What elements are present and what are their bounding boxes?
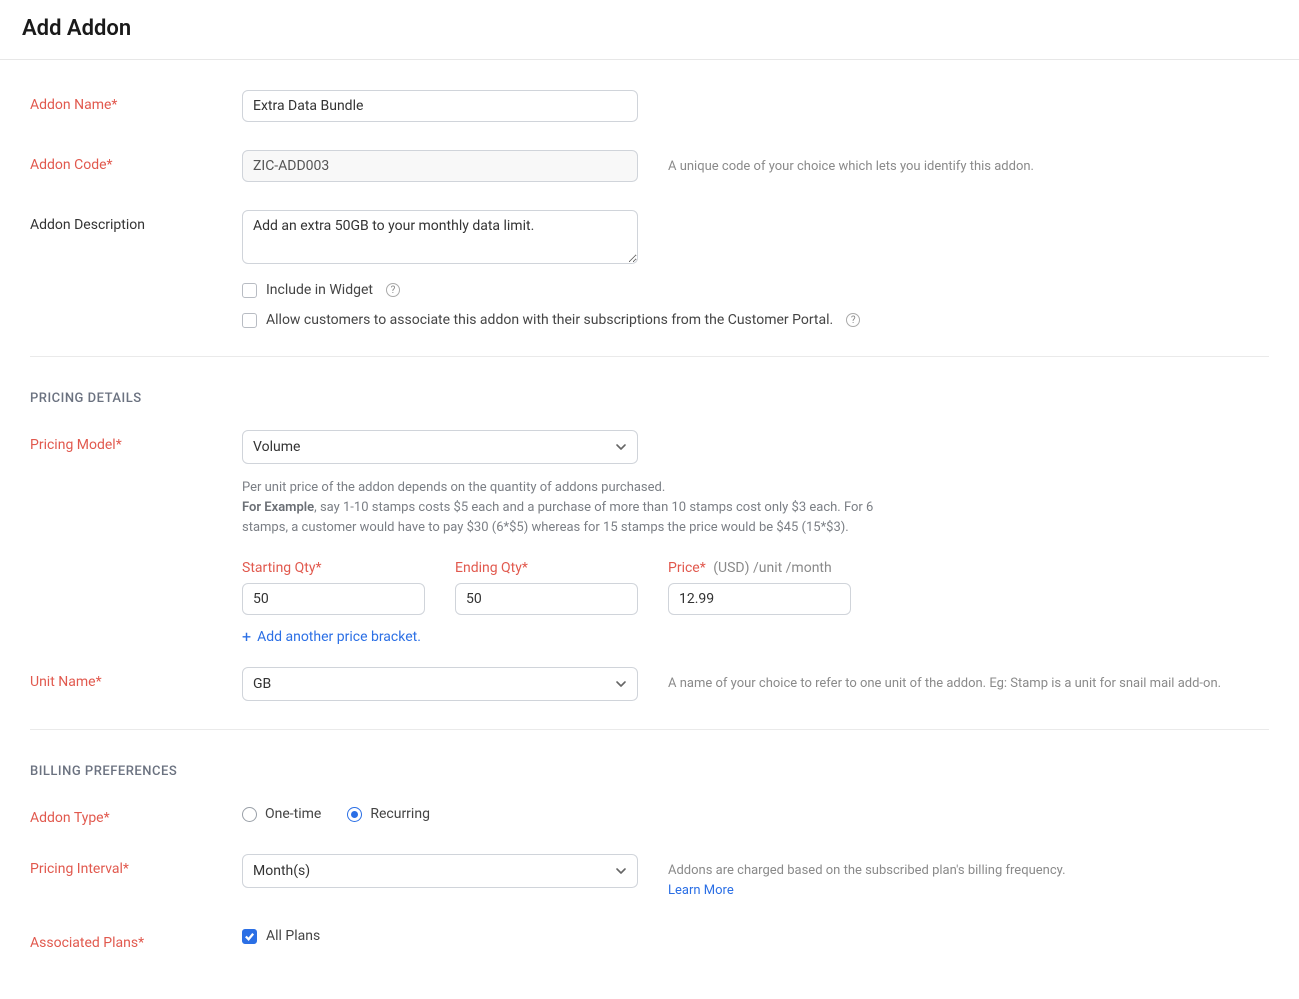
form-body: Addon Name* Addon Code* A unique code of… <box>0 60 1299 999</box>
row-associated-plans: Associated Plans* All Plans <box>30 928 1269 951</box>
addon-code-input[interactable] <box>242 150 638 182</box>
row-pricing-model: Pricing Model* Volume <box>30 430 1269 464</box>
label-addon-type: Addon Type* <box>30 803 242 826</box>
label-price-unit: (USD) /unit /month <box>713 560 831 576</box>
checkbox-label: Include in Widget <box>266 282 373 298</box>
row-addon-type: Addon Type* One-time Recurring <box>30 803 1269 826</box>
label-pricing-interval: Pricing Interval* <box>30 854 242 877</box>
label-ending-qty: Ending Qty* <box>455 560 528 576</box>
page-header: Add Addon <box>0 0 1299 60</box>
divider <box>30 729 1269 730</box>
radio-icon <box>242 807 257 822</box>
divider <box>30 356 1269 357</box>
chevron-down-icon <box>615 441 627 453</box>
checkbox-label: Allow customers to associate this addon … <box>266 312 833 328</box>
radio-one-time[interactable]: One-time <box>242 806 321 822</box>
checkbox-allow-portal[interactable]: Allow customers to associate this addon … <box>242 312 1269 328</box>
select-value: Volume <box>253 439 300 455</box>
row-addon-name: Addon Name* <box>30 90 1269 122</box>
plus-icon: + <box>242 629 251 645</box>
label-starting-qty: Starting Qty* <box>242 560 322 576</box>
chevron-down-icon <box>615 865 627 877</box>
chevron-down-icon <box>615 678 627 690</box>
hint-interval: Addons are charged based on the subscrib… <box>638 854 1269 900</box>
checkbox-icon <box>242 283 257 298</box>
radio-recurring[interactable]: Recurring <box>347 806 430 822</box>
price-bracket-row: Starting Qty* Ending Qty* Price* (USD) /… <box>242 560 1269 615</box>
help-icon[interactable]: ? <box>386 283 400 297</box>
unit-name-select[interactable]: GB <box>242 667 638 701</box>
label-price: Price* <box>668 560 706 576</box>
row-pricing-interval: Pricing Interval* Month(s) Addons are ch… <box>30 854 1269 900</box>
select-value: Month(s) <box>253 863 310 879</box>
row-addon-desc: Addon Description <box>30 210 1269 268</box>
row-addon-code: Addon Code* A unique code of your choice… <box>30 150 1269 182</box>
label-pricing-model: Pricing Model* <box>30 430 242 453</box>
ending-qty-input[interactable] <box>455 583 638 615</box>
hint-unit-name: A name of your choice to refer to one un… <box>638 667 1269 694</box>
section-billing-heading: BILLING PREFERENCES <box>30 764 1269 779</box>
learn-more-link[interactable]: Learn More <box>668 883 734 898</box>
label-addon-code: Addon Code* <box>30 150 242 173</box>
checkbox-icon <box>242 313 257 328</box>
checkbox-include-widget[interactable]: Include in Widget ? <box>242 282 1269 298</box>
add-price-bracket-link[interactable]: + Add another price bracket. <box>242 629 1269 645</box>
checkbox-label: All Plans <box>266 928 320 944</box>
add-bracket-label: Add another price bracket. <box>257 629 421 645</box>
checkbox-icon <box>242 929 257 944</box>
pricing-model-select[interactable]: Volume <box>242 430 638 464</box>
checkbox-all-plans[interactable]: All Plans <box>242 928 320 944</box>
radio-icon <box>347 807 362 822</box>
radio-label: One-time <box>265 806 321 822</box>
label-unit-name: Unit Name* <box>30 667 242 690</box>
pricing-interval-select[interactable]: Month(s) <box>242 854 638 888</box>
addon-name-input[interactable] <box>242 90 638 122</box>
radio-label: Recurring <box>370 806 430 822</box>
price-input[interactable] <box>668 583 851 615</box>
select-value: GB <box>253 676 271 692</box>
help-icon[interactable]: ? <box>846 313 860 327</box>
label-associated-plans: Associated Plans* <box>30 928 242 951</box>
label-addon-name: Addon Name* <box>30 90 242 113</box>
row-unit-name: Unit Name* GB A name of your choice to r… <box>30 667 1269 701</box>
hint-addon-code: A unique code of your choice which lets … <box>638 150 1269 177</box>
pricing-model-description: Per unit price of the addon depends on t… <box>242 478 882 538</box>
section-pricing-heading: PRICING DETAILS <box>30 391 1269 406</box>
label-addon-desc: Addon Description <box>30 210 242 233</box>
page-title: Add Addon <box>22 16 1277 41</box>
starting-qty-input[interactable] <box>242 583 425 615</box>
addon-desc-textarea[interactable] <box>242 210 638 264</box>
